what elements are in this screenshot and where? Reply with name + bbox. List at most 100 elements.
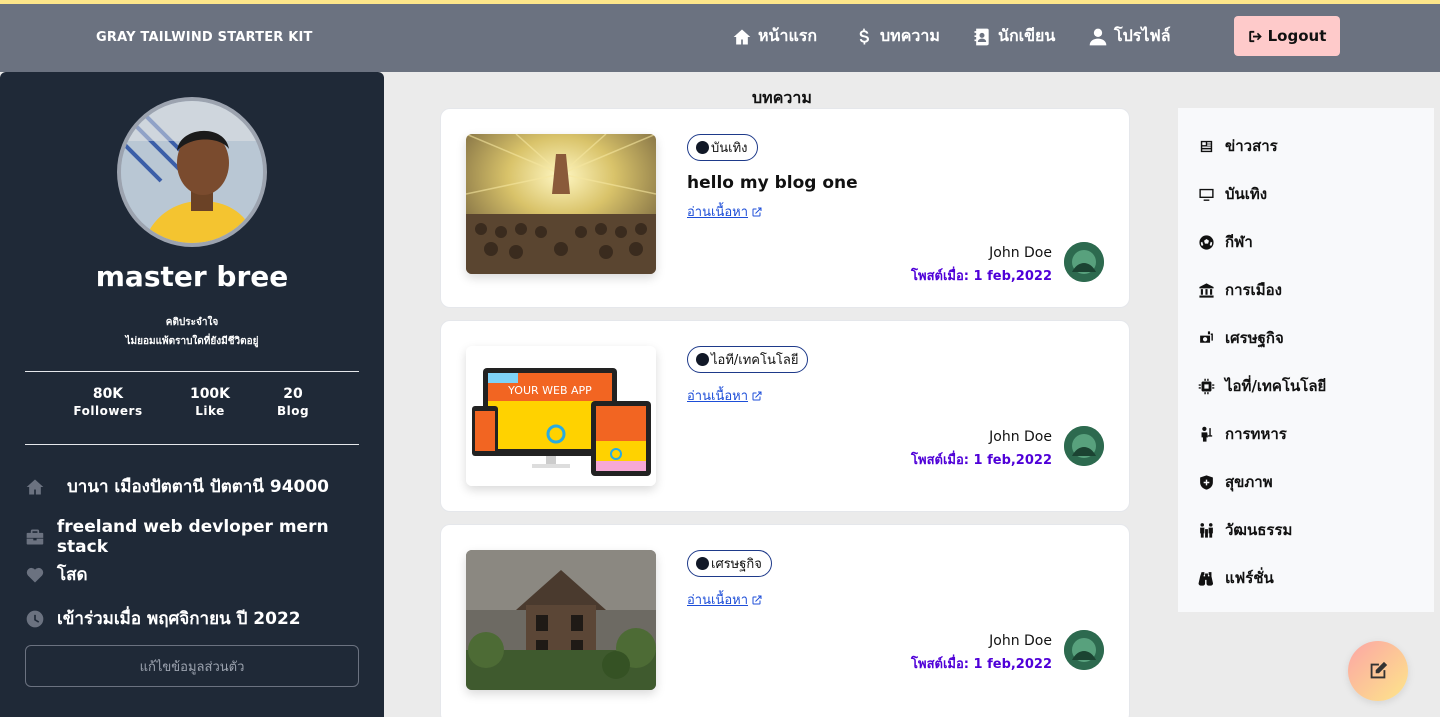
read-more-label: อ่านเนื้อหา xyxy=(687,389,749,404)
external-link-icon xyxy=(752,207,762,216)
info-job: freeland web devloper mern stack xyxy=(25,517,384,557)
create-post-button[interactable] xyxy=(1348,641,1408,701)
post-tag[interactable]: บันเทิง xyxy=(687,134,758,161)
thumb-text: YOUR WEB APP xyxy=(507,384,592,397)
tag-dot-icon xyxy=(696,353,709,366)
post-tag-label: บันเทิง xyxy=(711,141,748,156)
money-icon xyxy=(1200,330,1213,343)
soldier-icon xyxy=(1201,426,1213,442)
read-more-link[interactable]: อ่านเนื้อหา xyxy=(687,589,763,610)
quote-title: คติประจำใจ xyxy=(165,317,219,328)
post-card: YOUR WEB APP ไอที/เทคโนโลยี อ่านเนื้อหา … xyxy=(440,320,1130,512)
post-author: John Doe xyxy=(989,245,1052,261)
briefcase-icon xyxy=(26,529,44,545)
divider xyxy=(25,371,359,372)
soccer-ball-icon xyxy=(1199,234,1214,250)
dollar-sign-icon xyxy=(859,28,869,44)
category-fashion[interactable]: แฟร์ชั่น xyxy=(1198,566,1274,590)
stat-blog: 20 Blog xyxy=(248,386,338,418)
external-link-icon xyxy=(752,595,762,604)
nav-profile[interactable]: โปรไฟล์ xyxy=(1088,24,1171,49)
post-card: บันเทิง hello my blog one อ่านเนื้อหา Jo… xyxy=(440,108,1130,308)
category-label: บันเทิง xyxy=(1225,185,1268,203)
nav-articles-label: บทความ xyxy=(880,26,940,45)
address-text: บานา เมืองปัตตานี ปัตตานี 94000 xyxy=(67,477,330,497)
post-tag[interactable]: เศรษฐกิจ xyxy=(687,550,772,577)
binoculars-icon xyxy=(1198,571,1213,586)
tag-dot-icon xyxy=(696,557,709,570)
post-tag-label: เศรษฐกิจ xyxy=(711,557,762,572)
author-avatar[interactable] xyxy=(1064,242,1104,282)
post-date: โพสต์เมื่อ: 1 feb,2022 xyxy=(911,269,1052,284)
nav-home[interactable]: หน้าแรก xyxy=(732,24,817,49)
profile-avatar xyxy=(117,97,267,247)
post-thumbnail[interactable]: YOUR WEB APP xyxy=(466,346,656,486)
quote-text: ไม่ยอมแพ้ตราบใดที่ยังมีชีวิตอยู่ xyxy=(125,336,259,347)
category-economy[interactable]: เศรษฐกิจ xyxy=(1198,326,1284,350)
category-label: กีฬา xyxy=(1225,233,1253,251)
stat-value: 100K xyxy=(189,386,231,402)
nav-articles[interactable]: บทความ xyxy=(854,24,940,49)
heart-icon xyxy=(26,567,44,582)
user-icon xyxy=(1089,28,1107,45)
info-joined: เข้าร่วมเมื่อ พฤศจิกายน ปี 2022 xyxy=(25,605,301,632)
contact-book-icon xyxy=(974,28,989,45)
stat-value: 20 xyxy=(283,386,303,402)
status-text: โสด xyxy=(57,565,88,585)
post-author: John Doe xyxy=(989,429,1052,445)
job-text: freeland web devloper mern stack xyxy=(56,517,329,557)
category-label: สุขภาพ xyxy=(1225,473,1273,491)
info-address: บานา เมืองปัตตานี ปัตตานี 94000 xyxy=(25,473,329,500)
newspaper-icon xyxy=(1200,140,1213,152)
clock-icon xyxy=(26,610,44,627)
brand-title[interactable]: GRAY TAILWIND STARTER KIT xyxy=(96,30,313,45)
info-status: โสด xyxy=(25,561,88,588)
category-military[interactable]: การทหาร xyxy=(1198,422,1287,446)
post-date: โพสต์เมื่อ: 1 feb,2022 xyxy=(911,657,1052,672)
read-more-label: อ่านเนื้อหา xyxy=(687,205,749,220)
shield-icon xyxy=(1200,474,1213,490)
stat-label: Blog xyxy=(276,404,310,418)
external-link-icon xyxy=(752,391,762,400)
people-icon xyxy=(1200,522,1213,538)
read-more-link[interactable]: อ่านเนื้อหา xyxy=(687,201,763,222)
nav-writers[interactable]: นักเขียน xyxy=(972,24,1055,49)
category-sports[interactable]: กีฬา xyxy=(1198,230,1253,254)
home-icon xyxy=(26,479,44,494)
post-tag[interactable]: ไอที/เทคโนโลยี xyxy=(687,346,809,373)
author-avatar[interactable] xyxy=(1064,630,1104,670)
post-tag-label: ไอที/เทคโนโลยี xyxy=(711,353,799,368)
category-politics[interactable]: การเมือง xyxy=(1198,278,1282,302)
category-it[interactable]: ไอที่/เทคโนโลยี xyxy=(1198,374,1326,398)
tv-icon xyxy=(1199,188,1214,201)
post-date: โพสต์เมื่อ: 1 feb,2022 xyxy=(911,453,1052,468)
category-entertainment[interactable]: บันเทิง xyxy=(1198,182,1267,206)
edit-profile-button[interactable]: แก้ไขข้อมูลส่วนตัว xyxy=(25,645,359,687)
category-health[interactable]: สุขภาพ xyxy=(1198,470,1273,494)
stat-label: Followers xyxy=(73,404,143,418)
logout-icon xyxy=(1248,30,1262,42)
category-news[interactable]: ข่าวสาร xyxy=(1198,134,1278,158)
nav-writers-label: นักเขียน xyxy=(998,26,1056,45)
post-thumbnail[interactable] xyxy=(466,550,656,690)
read-more-link[interactable]: อ่านเนื้อหา xyxy=(687,385,763,406)
divider xyxy=(25,444,359,445)
post-thumbnail[interactable] xyxy=(466,134,656,274)
author-avatar[interactable] xyxy=(1064,426,1104,466)
profile-sidebar: master bree คติประจำใจ ไม่ยอมแพ้ตราบใดที… xyxy=(0,72,384,717)
landmark-icon xyxy=(1199,282,1214,298)
stat-value: 80K xyxy=(92,386,124,402)
post-title[interactable]: hello my blog one xyxy=(687,173,858,193)
tag-dot-icon xyxy=(696,141,709,154)
stat-followers: 80K Followers xyxy=(63,386,153,418)
joined-text: เข้าร่วมเมื่อ พฤศจิกายน ปี 2022 xyxy=(57,609,301,629)
navbar: GRAY TAILWIND STARTER KIT หน้าแรก บทความ… xyxy=(0,4,1440,72)
stat-label: Like xyxy=(195,404,225,418)
logout-label: Logout xyxy=(1267,27,1327,45)
category-label: การเมือง xyxy=(1225,281,1282,299)
category-label: วัฒนธรรม xyxy=(1225,521,1293,539)
category-label: แฟร์ชั่น xyxy=(1225,569,1274,587)
chip-icon xyxy=(1198,378,1215,394)
logout-button[interactable]: Logout xyxy=(1234,16,1340,56)
category-culture[interactable]: วัฒนธรรม xyxy=(1198,518,1292,542)
